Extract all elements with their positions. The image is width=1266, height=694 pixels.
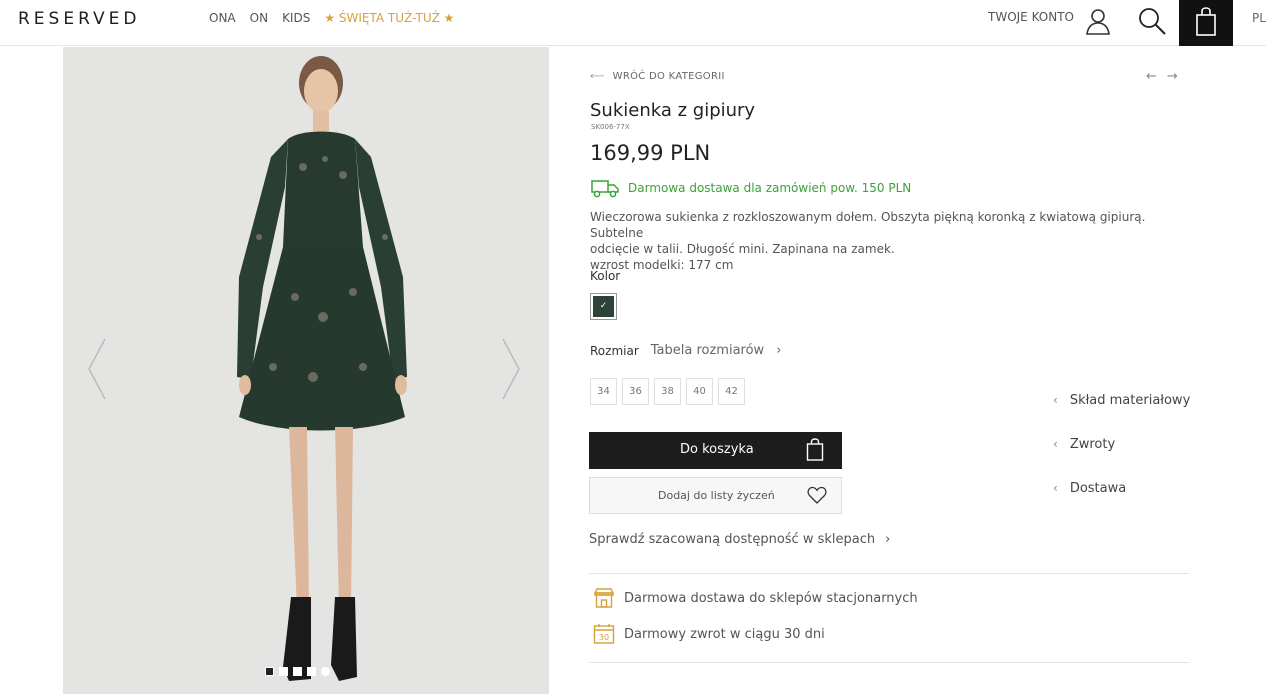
size-table-link[interactable]: Tabela rozmiarów (651, 343, 764, 358)
gallery-dot[interactable] (293, 667, 302, 676)
heart-icon (807, 486, 827, 504)
nav-item-christmas[interactable]: ★ ŚWIĘTA TUŻ-TUŻ ★ (324, 11, 454, 25)
divider (589, 662, 1189, 663)
add-to-wishlist-label: Dodaj do listy życzeń (658, 489, 775, 502)
product-title: Sukienka z gipiury (590, 100, 756, 121)
gallery-prev-arrow-icon[interactable] (87, 337, 107, 401)
product-price: 169,99 PLN (590, 141, 711, 165)
description-line: odcięcie w talii. Długość mini. Zapinana… (590, 242, 895, 256)
gallery-dot[interactable] (321, 667, 330, 676)
cart-button[interactable] (1179, 0, 1233, 46)
gallery-dot[interactable] (307, 667, 316, 676)
shopping-bag-icon (806, 438, 824, 461)
gallery-dot[interactable] (265, 667, 274, 676)
product-gallery (63, 47, 549, 694)
calendar-30-icon: 30 (593, 624, 615, 644)
model-height: wzrost modelki: 177 cm (590, 258, 734, 272)
account-link[interactable]: TWOJE KONTO (988, 10, 1074, 24)
size-option[interactable]: 38 (654, 378, 681, 405)
gallery-dots (265, 667, 330, 676)
search-icon[interactable] (1136, 5, 1168, 37)
size-label: Rozmiar (590, 343, 639, 358)
feature-label: Darmowy zwrot w ciągu 30 dni (624, 626, 825, 642)
product-description: Wieczorowa sukienka z rozkloszowanym doł… (590, 209, 1160, 273)
chevron-right-icon[interactable]: › (776, 343, 781, 358)
size-options: 34 36 38 40 42 (590, 378, 745, 405)
feature-free-return: 30 Darmowy zwrot w ciągu 30 dni (593, 623, 825, 645)
language-switch[interactable]: PL (1252, 11, 1266, 25)
main-nav: ONA ON KIDS ★ ŚWIĘTA TUŻ-TUŻ ★ (209, 11, 468, 25)
add-to-wishlist-button[interactable]: Dodaj do listy życzeń (589, 477, 842, 514)
product-sku: SK006-77X (591, 123, 630, 131)
side-link-label: Skład materiałowy (1069, 393, 1191, 408)
chevron-left-icon: ‹ (1053, 481, 1058, 495)
check-icon: ✓ (593, 296, 614, 317)
logo[interactable]: RESERVED (18, 9, 140, 29)
nav-item-ona[interactable]: ONA (209, 11, 236, 25)
svg-text:30: 30 (599, 633, 609, 642)
product-photo (63, 47, 549, 694)
color-swatch[interactable]: ✓ (590, 293, 617, 320)
back-to-category-link[interactable]: ⟵ WRÓĆ DO KATEGORII (590, 71, 725, 82)
store-icon (593, 588, 615, 608)
free-delivery-note: Darmowa dostawa dla zamówień pow. 150 PL… (590, 177, 911, 199)
side-link-returns[interactable]: ‹ Zwroty (1053, 437, 1190, 481)
prev-product-arrow-icon[interactable]: ← (1146, 69, 1167, 84)
side-link-label: Zwroty (1069, 437, 1116, 452)
nav-item-on[interactable]: ON (250, 11, 268, 25)
side-link-composition[interactable]: ‹ Skład materiałowy (1053, 393, 1190, 437)
size-header: Rozmiar Tabela rozmiarów › (590, 343, 781, 358)
size-option[interactable]: 40 (686, 378, 713, 405)
site-header: RESERVED ONA ON KIDS ★ ŚWIĘTA TUŻ-TUŻ ★ … (0, 0, 1266, 46)
gallery-next-arrow-icon[interactable] (501, 337, 521, 401)
delivery-text: Darmowa dostawa dla zamówień pow. 150 PL… (628, 181, 912, 195)
side-link-delivery[interactable]: ‹ Dostawa (1053, 481, 1190, 525)
chevron-right-icon: › (885, 532, 891, 547)
store-availability-link[interactable]: Sprawdź szacowaną dostępność w sklepach › (589, 532, 890, 547)
divider (589, 573, 1189, 574)
side-link-label: Dostawa (1069, 481, 1127, 496)
gallery-dot[interactable] (279, 667, 288, 676)
add-to-cart-button[interactable]: Do koszyka (589, 432, 842, 469)
info-accordion: ‹ Skład materiałowy ‹ Zwroty ‹ Dostawa (1053, 393, 1190, 525)
feature-label: Darmowa dostawa do sklepów stacjonarnych (624, 590, 918, 606)
next-product-arrow-icon[interactable]: → (1167, 69, 1188, 84)
availability-label: Sprawdź szacowaną dostępność w sklepach (589, 532, 876, 547)
chevron-left-icon: ‹ (1053, 437, 1058, 451)
product-navigation: ←→ (1146, 69, 1188, 84)
add-to-cart-label: Do koszyka (680, 442, 754, 457)
size-option[interactable]: 34 (590, 378, 617, 405)
size-option[interactable]: 42 (718, 378, 745, 405)
arrow-left-icon: ⟵ (590, 71, 605, 82)
feature-store-delivery: Darmowa dostawa do sklepów stacjonarnych (593, 587, 918, 609)
user-icon[interactable] (1082, 5, 1114, 37)
chevron-left-icon: ‹ (1053, 393, 1058, 407)
shopping-bag-icon (1196, 7, 1216, 36)
delivery-truck-icon (591, 180, 619, 198)
color-label: Kolor (590, 269, 621, 283)
description-line: Wieczorowa sukienka z rozkloszowanym doł… (590, 210, 1146, 240)
size-option[interactable]: 36 (622, 378, 649, 405)
back-label: WRÓĆ DO KATEGORII (612, 71, 725, 82)
nav-item-kids[interactable]: KIDS (282, 11, 310, 25)
